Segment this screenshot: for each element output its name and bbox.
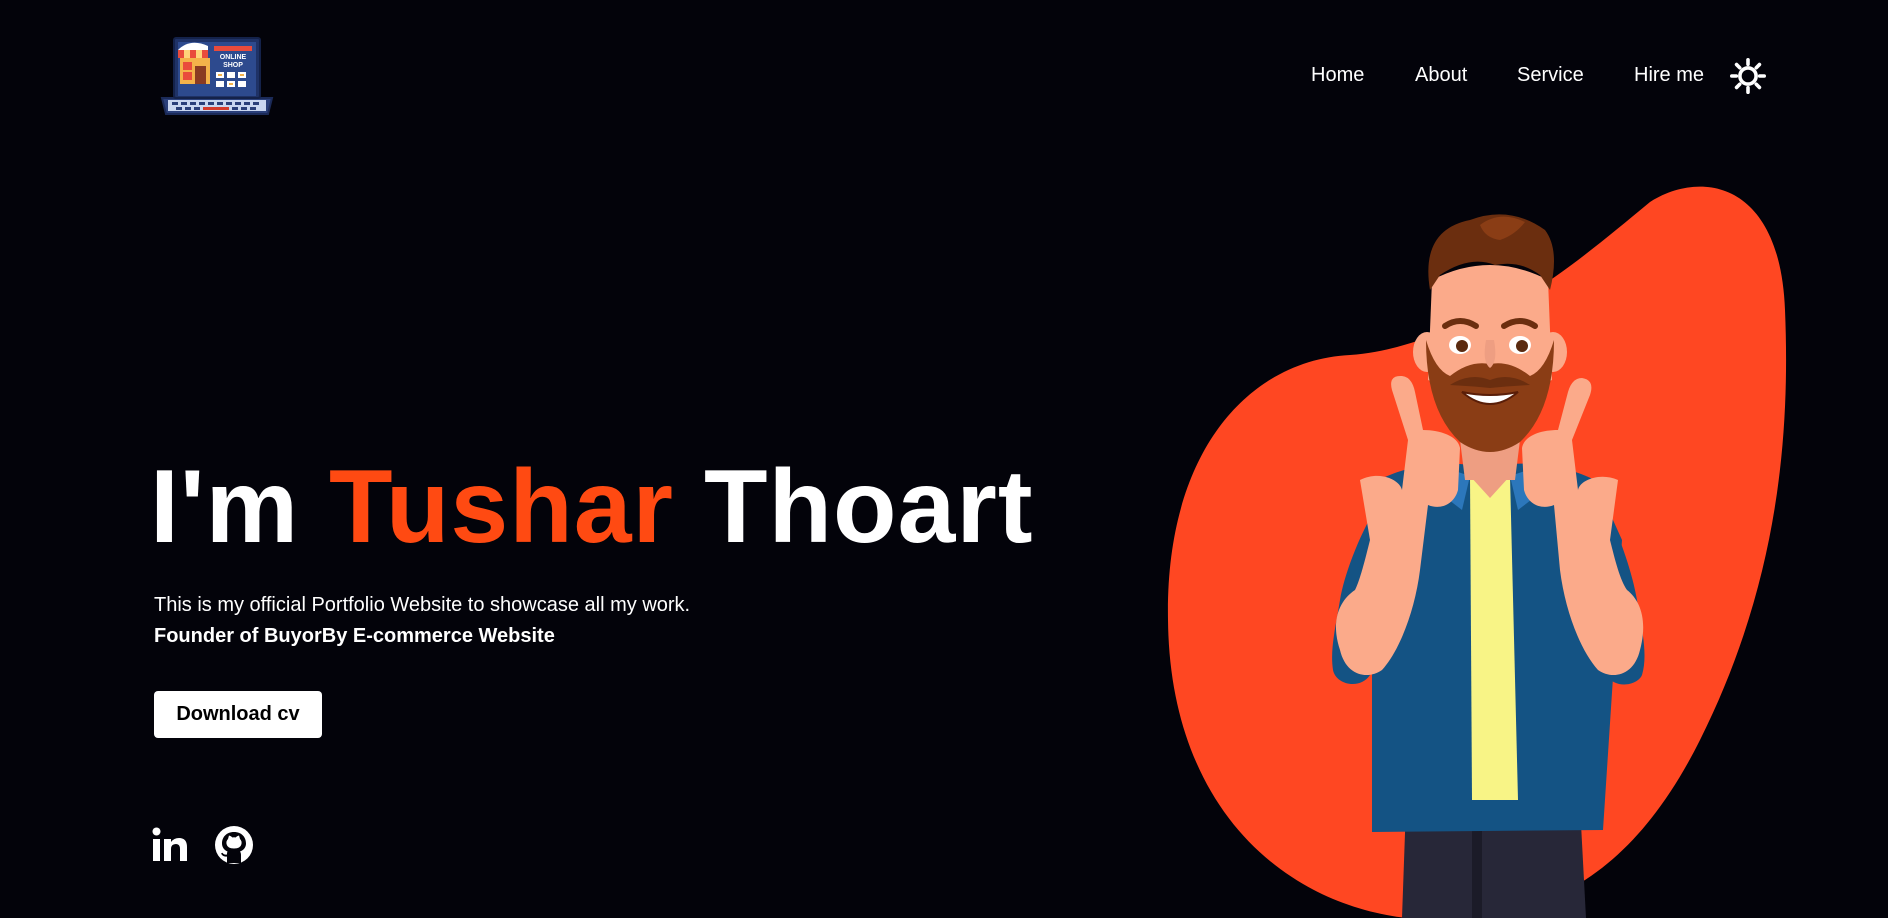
nav-item-hire-me[interactable]: Hire me bbox=[1634, 64, 1704, 87]
download-cv-button[interactable]: Download cv bbox=[154, 691, 322, 738]
sun-icon bbox=[1730, 58, 1766, 94]
nav-item-about[interactable]: About bbox=[1415, 64, 1467, 87]
hero-title-first-name: Tushar bbox=[329, 449, 675, 565]
nav-item-home[interactable]: Home bbox=[1311, 64, 1364, 87]
hero-illustration bbox=[1140, 180, 1800, 918]
hero-description: This is my official Portfolio Website to… bbox=[154, 594, 691, 616]
linkedin-link[interactable] bbox=[150, 825, 190, 865]
cartoon-man-thumbs-up-icon bbox=[1167, 186, 1787, 918]
main-nav: Home About Service Hire me bbox=[0, 58, 1888, 94]
nav-item-service[interactable]: Service bbox=[1517, 64, 1584, 87]
hero-title-last-name: Thoart bbox=[703, 449, 1034, 565]
github-link[interactable] bbox=[214, 825, 254, 865]
hero-title: I'm Tushar Thoart bbox=[150, 450, 1033, 564]
theme-toggle-button[interactable] bbox=[1728, 58, 1768, 94]
hero-founder-line: Founder of BuyorBy E-commerce Website bbox=[154, 625, 555, 647]
linkedin-icon bbox=[152, 827, 187, 861]
hero-title-prefix: I'm bbox=[150, 449, 300, 565]
github-icon bbox=[215, 826, 253, 864]
portfolio-page: ONLINE SHOP Home About Service Hire me I… bbox=[0, 0, 1888, 918]
